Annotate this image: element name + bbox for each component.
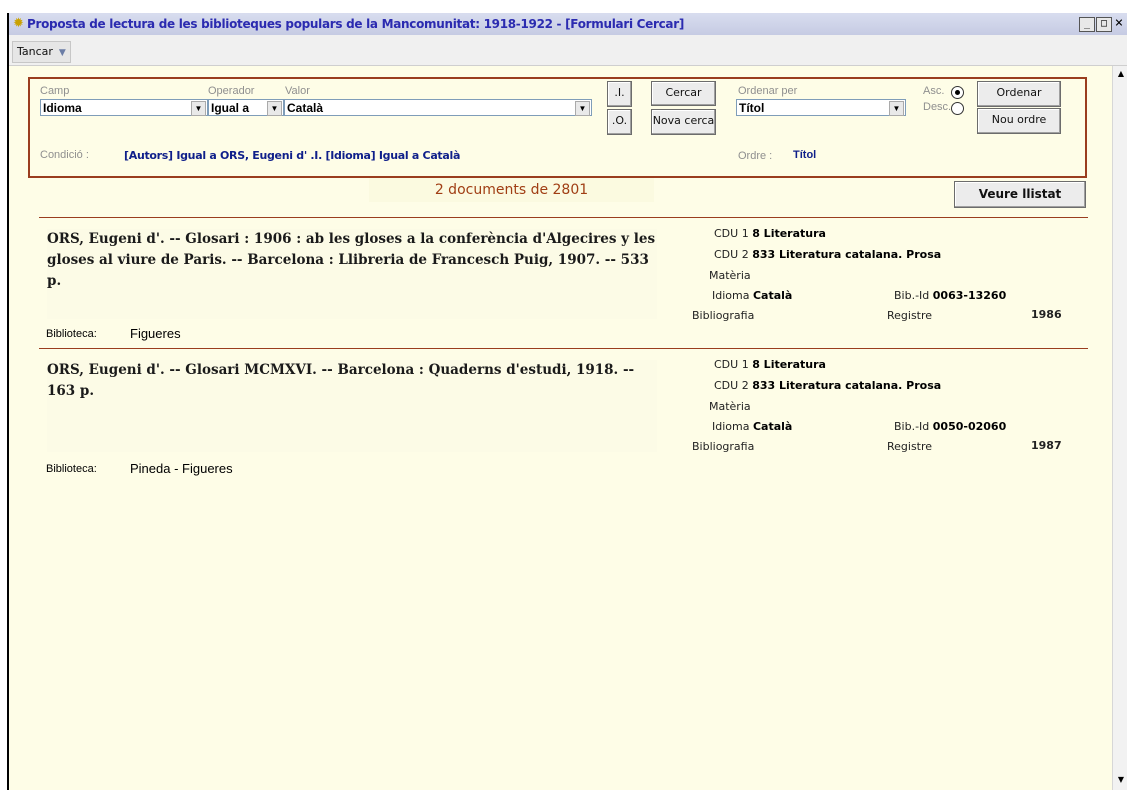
or-button[interactable]: .O. [607, 109, 632, 135]
record-description: ORS, Eugeni d'. -- Glosari : 1906 : ab l… [47, 229, 657, 319]
cdu2-label: CDU 2 [714, 248, 749, 261]
cdu1-value: 8 Literatura [752, 227, 826, 240]
ordenar-per-label: Ordenar per [738, 85, 798, 97]
valor-value: Català [287, 101, 324, 115]
materia-label: Matèria [709, 269, 751, 282]
registre-value: 1986 [1031, 308, 1062, 321]
chevron-down-icon[interactable]: ▼ [267, 101, 282, 116]
vertical-scrollbar[interactable]: ▲ ▼ [1112, 66, 1127, 790]
scroll-down-icon[interactable]: ▼ [1115, 775, 1127, 787]
search-panel: Camp Operador Valor Idioma ▼ Igual a ▼ C… [28, 77, 1087, 178]
veure-llistat-button[interactable]: Veure llistat [954, 181, 1086, 208]
cdu1-value: 8 Literatura [752, 358, 826, 371]
bibid-field: Bib.-Id 0063-13260 [894, 289, 1006, 302]
title-bar: ✹ Proposta de lectura de les biblioteque… [9, 13, 1127, 35]
record-description: ORS, Eugeni d'. -- Glosari MCMXVI. -- Ba… [47, 360, 657, 452]
idioma-value: Català [752, 289, 793, 302]
cdu1-label: CDU 1 [714, 358, 749, 371]
operador-value: Igual a [211, 101, 250, 115]
window-title: Proposta de lectura de les biblioteques … [27, 17, 685, 31]
record-separator [39, 348, 1088, 349]
idioma-label: Idioma [712, 420, 750, 433]
ordenar-button[interactable]: Ordenar [977, 81, 1061, 107]
maximize-button[interactable]: □ [1096, 17, 1112, 32]
idioma-field: Idioma Català [712, 289, 792, 302]
camp-value: Idioma [43, 101, 82, 115]
chevron-down-icon[interactable]: ▼ [191, 101, 206, 116]
chevron-down-icon[interactable]: ▼ [575, 101, 590, 116]
ordre-value: Títol [793, 149, 817, 161]
registre-value: 1987 [1031, 439, 1062, 452]
nova-cerca-button[interactable]: Nova cerca [651, 109, 716, 135]
camp-select[interactable]: Idioma ▼ [40, 99, 208, 116]
operador-label: Operador [208, 85, 255, 97]
registre-label: Registre [887, 440, 933, 453]
asc-radio[interactable] [951, 86, 964, 99]
cdu1-field: CDU 1 8 Literatura [714, 358, 826, 371]
biblioteca-label: Biblioteca: [46, 328, 97, 340]
cdu1-label: CDU 1 [714, 227, 749, 240]
minimize-button[interactable]: _ [1079, 17, 1095, 32]
bibliografia-label: Bibliografia [692, 309, 755, 322]
close-button[interactable]: × [1113, 16, 1125, 30]
menu-bar: Tancar ▼ [9, 35, 1127, 66]
cdu2-value: 833 Literatura catalana. Prosa [752, 379, 942, 392]
chevron-down-icon[interactable]: ▼ [59, 44, 66, 63]
valor-select[interactable]: Català ▼ [284, 99, 592, 116]
desc-label: Desc. [923, 101, 952, 113]
and-button[interactable]: .I. [607, 81, 632, 107]
record-separator [39, 217, 1088, 218]
cdu2-field: CDU 2 833 Literatura catalana. Prosa [714, 248, 941, 261]
cdu1-field: CDU 1 8 Literatura [714, 227, 826, 240]
document-count: 2 documents de 2801 [369, 178, 654, 202]
operador-select[interactable]: Igual a ▼ [208, 99, 284, 116]
ordenar-per-select[interactable]: Títol ▼ [736, 99, 906, 116]
valor-label: Valor [285, 85, 310, 97]
ordre-label: Ordre : [738, 150, 773, 162]
asc-label: Asc. [923, 85, 945, 97]
window-controls: _ □ × [1079, 16, 1125, 32]
form-content: Camp Operador Valor Idioma ▼ Igual a ▼ C… [9, 66, 1112, 790]
tancar-menu[interactable]: Tancar ▼ [12, 41, 71, 63]
ordenar-per-value: Títol [739, 101, 765, 115]
chevron-down-icon[interactable]: ▼ [889, 101, 904, 116]
camp-label: Camp [40, 85, 70, 97]
biblioteca-label: Biblioteca: [46, 463, 97, 475]
tancar-label: Tancar [17, 45, 53, 58]
idioma-label: Idioma [712, 289, 750, 302]
scroll-up-icon[interactable]: ▲ [1115, 69, 1127, 81]
idioma-field: Idioma Català [712, 420, 792, 433]
cdu2-label: CDU 2 [714, 379, 749, 392]
registre-label: Registre [887, 309, 933, 322]
cdu2-value: 833 Literatura catalana. Prosa [752, 248, 942, 261]
bibid-label: Bib.-Id [894, 420, 930, 433]
app-window: ✹ Proposta de lectura de les biblioteque… [7, 13, 1127, 790]
biblioteca-value: Figueres [130, 326, 181, 341]
biblioteca-value: Pineda - Figueres [130, 461, 233, 476]
bibid-field: Bib.-Id 0050-02060 [894, 420, 1006, 433]
condicio-label: Condició : [40, 149, 89, 161]
nou-ordre-button[interactable]: Nou ordre [977, 108, 1061, 134]
bibid-label: Bib.-Id [894, 289, 930, 302]
condicio-value: [Autors] Igual a ORS, Eugeni d' .I. [Idi… [124, 149, 461, 162]
app-icon: ✹ [13, 16, 24, 31]
desc-radio[interactable] [951, 102, 964, 115]
bibliografia-label: Bibliografia [692, 440, 755, 453]
materia-label: Matèria [709, 400, 751, 413]
cercar-button[interactable]: Cercar [651, 81, 716, 106]
cdu2-field: CDU 2 833 Literatura catalana. Prosa [714, 379, 941, 392]
bibid-value: 0050-02060 [932, 420, 1007, 433]
idioma-value: Català [752, 420, 793, 433]
bibid-value: 0063-13260 [932, 289, 1007, 302]
